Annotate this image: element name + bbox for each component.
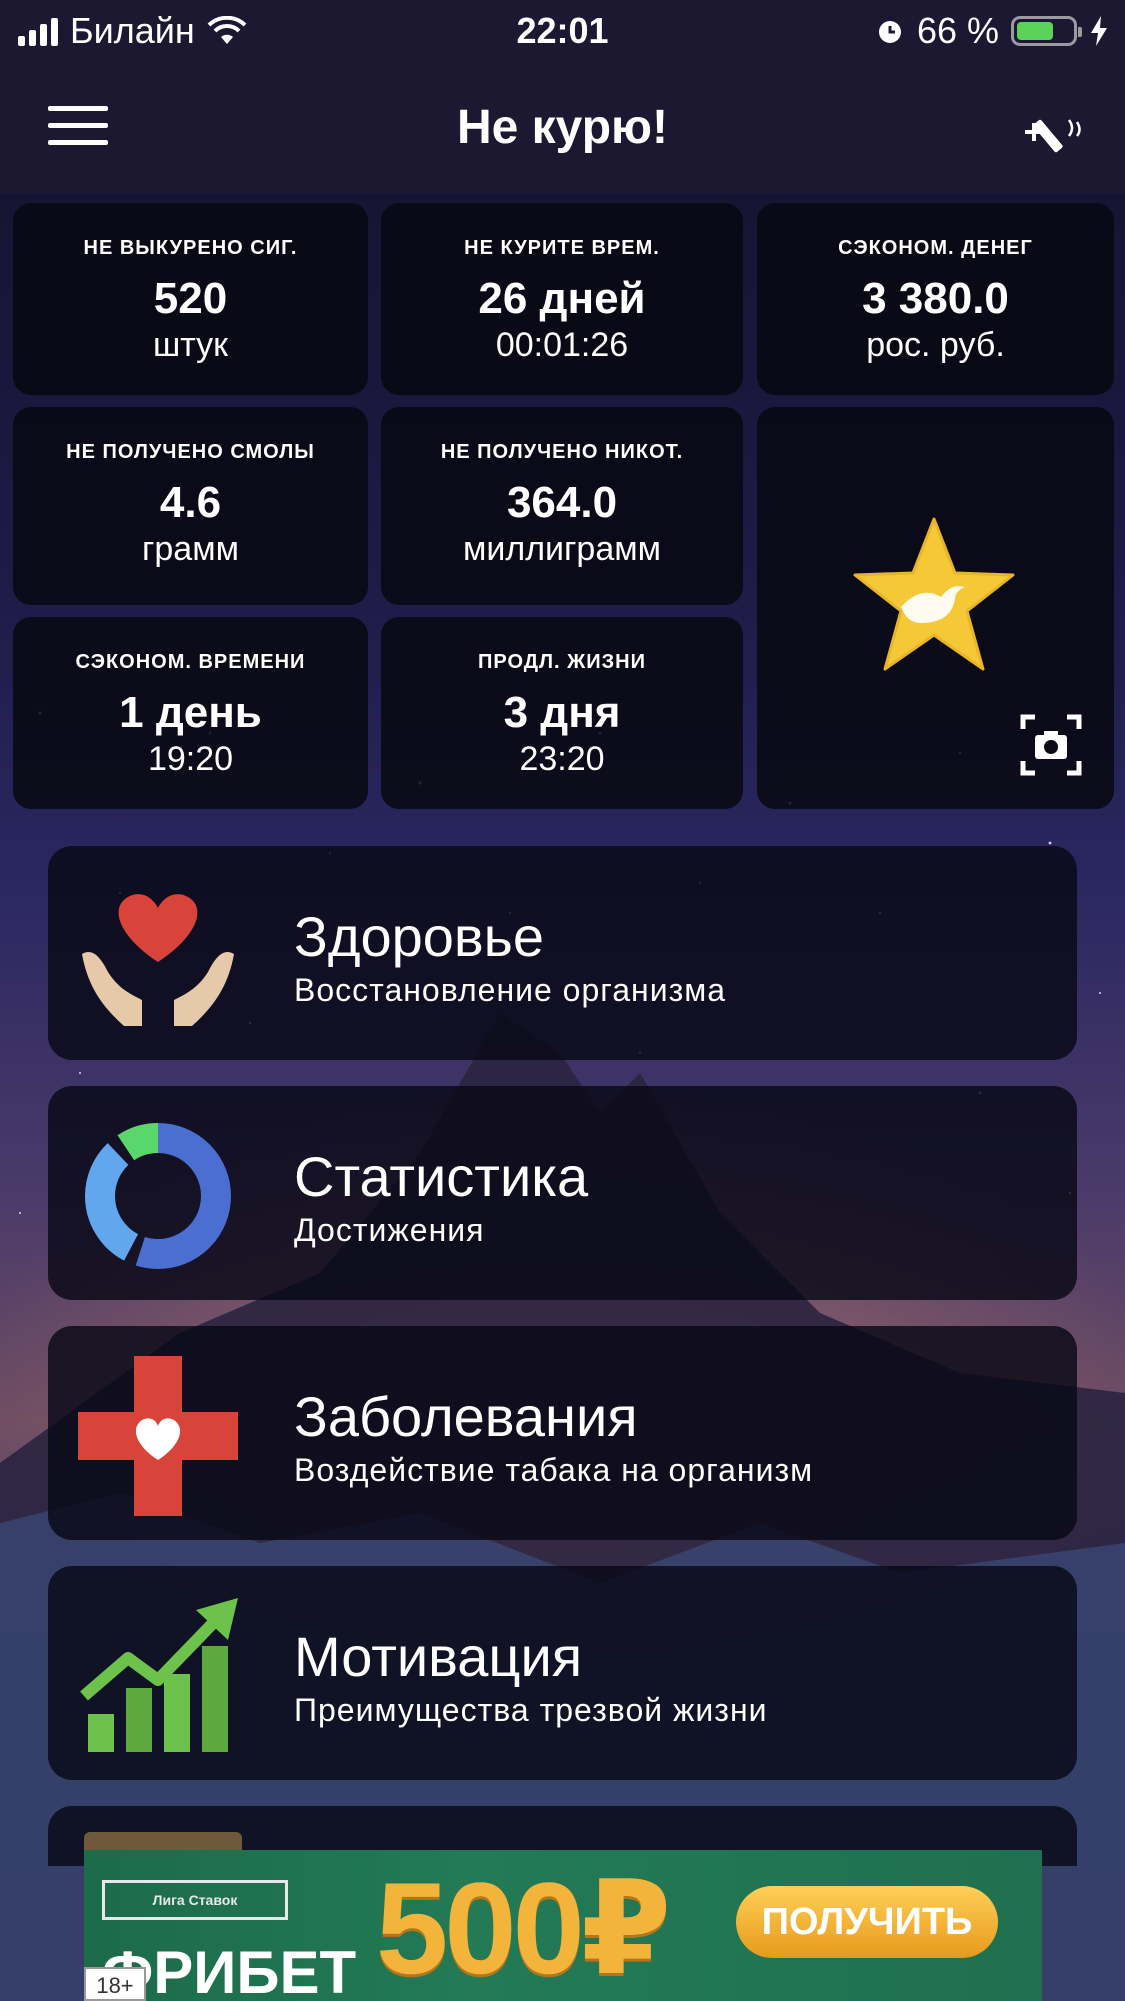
menu-card-diseases[interactable]: Заболевания Воздействие табака на органи… <box>48 1326 1077 1540</box>
menu-card-subtitle: Достижения <box>294 1212 485 1248</box>
stat-unit: миллиграмм <box>462 530 661 568</box>
stat-tile-money[interactable]: СЭКОНОМ. ДЕНЕГ 3 380.0 рос. руб. <box>757 203 1114 395</box>
menu-card-subtitle: Восстановление организма <box>294 972 727 1008</box>
ad-get-button[interactable]: ПОЛУЧИТЬ <box>736 1886 998 1958</box>
stat-tile-time[interactable]: НЕ КУРИТЕ ВРЕМ. 26 дней 00:01:26 <box>381 203 743 395</box>
stat-label: СЭКОНОМ. ДЕНЕГ <box>838 237 1033 259</box>
menu-card-title: Заболевания <box>294 1385 638 1448</box>
stat-unit: грамм <box>142 530 239 568</box>
battery-icon <box>1011 16 1082 46</box>
ad-age-rating: 18+ <box>84 1967 146 2001</box>
stat-tile-tar[interactable]: НЕ ПОЛУЧЕНО СМОЛЫ 4.6 грамм <box>13 407 368 605</box>
stat-unit: штук <box>152 326 229 364</box>
menu-card-title: Мотивация <box>294 1625 583 1688</box>
menu-card-title: Здоровье <box>294 905 545 968</box>
heart-hands-icon <box>82 894 234 1026</box>
achievement-tile[interactable] <box>757 407 1114 809</box>
stat-tile-saved-time[interactable]: СЭКОНОМ. ВРЕМЕНИ 1 день 19:20 <box>13 617 368 809</box>
stat-label: НЕ ПОЛУЧЕНО СМОЛЫ <box>66 441 315 463</box>
stat-unit: 23:20 <box>519 740 605 778</box>
stat-unit: 19:20 <box>147 740 234 778</box>
stat-value: 1 день <box>119 688 262 737</box>
nav-bar: Не курю! <box>0 62 1125 193</box>
add-cigarette-icon[interactable] <box>1021 102 1085 158</box>
ad-banner[interactable]: Лига Ставок ФРИБЕТ 500₽ ПОЛУЧИТЬ 18+ <box>84 1850 1042 2001</box>
battery-percent: 66 % <box>916 10 999 51</box>
stat-value: 26 дней <box>478 274 646 323</box>
menu-card-subtitle: Преимущества трезвой жизни <box>294 1692 768 1728</box>
ad-amount: 500₽ <box>376 1855 671 2001</box>
stat-value: 364.0 <box>506 478 618 527</box>
page-title: Не курю! <box>456 101 669 154</box>
stat-tile-nicotine[interactable]: НЕ ПОЛУЧЕНО НИКОТ. 364.0 миллиграмм <box>381 407 743 605</box>
stat-value: 4.6 <box>159 478 222 527</box>
alarm-icon <box>878 21 901 43</box>
stat-unit: 00:01:26 <box>495 326 629 364</box>
stat-tile-life-extension[interactable]: ПРОДЛ. ЖИЗНИ 3 дня 23:20 <box>381 617 743 809</box>
menu-card-motivation[interactable]: Мотивация Преимущества трезвой жизни <box>48 1566 1077 1780</box>
growth-chart-icon <box>80 1598 238 1752</box>
menu-card-title: Статистика <box>294 1145 589 1208</box>
stat-value: 3 380.0 <box>862 274 1009 323</box>
stat-label: НЕ ВЫКУРЕНО СИГ. <box>83 237 298 259</box>
stat-label: СЭКОНОМ. ВРЕМЕНИ <box>75 651 306 673</box>
star-dove-icon <box>853 517 1015 671</box>
stat-tile-cigarettes[interactable]: НЕ ВЫКУРЕНО СИГ. 520 штук <box>13 203 368 395</box>
status-bar: Билайн 22:01 66 % <box>0 0 1125 62</box>
stat-value: 3 дня <box>503 688 621 737</box>
stat-label: НЕ КУРИТЕ ВРЕМ. <box>464 237 660 259</box>
stat-label: НЕ ПОЛУЧЕНО НИКОТ. <box>440 441 684 463</box>
donut-chart-icon <box>85 1123 231 1269</box>
medical-cross-icon <box>78 1356 238 1516</box>
menu-card-subtitle: Воздействие табака на организм <box>294 1452 814 1488</box>
camera-icon[interactable] <box>1019 713 1083 777</box>
stat-value: 520 <box>153 274 228 323</box>
stat-unit: рос. руб. <box>866 326 1005 364</box>
charging-bolt-icon <box>1091 16 1107 46</box>
menu-card-health[interactable]: Здоровье Восстановление организма <box>48 846 1077 1060</box>
stat-label: ПРОДЛ. ЖИЗНИ <box>478 651 646 673</box>
ad-brand-logo: Лига Ставок <box>102 1880 288 1920</box>
menu-card-statistics[interactable]: Статистика Достижения <box>48 1086 1077 1300</box>
